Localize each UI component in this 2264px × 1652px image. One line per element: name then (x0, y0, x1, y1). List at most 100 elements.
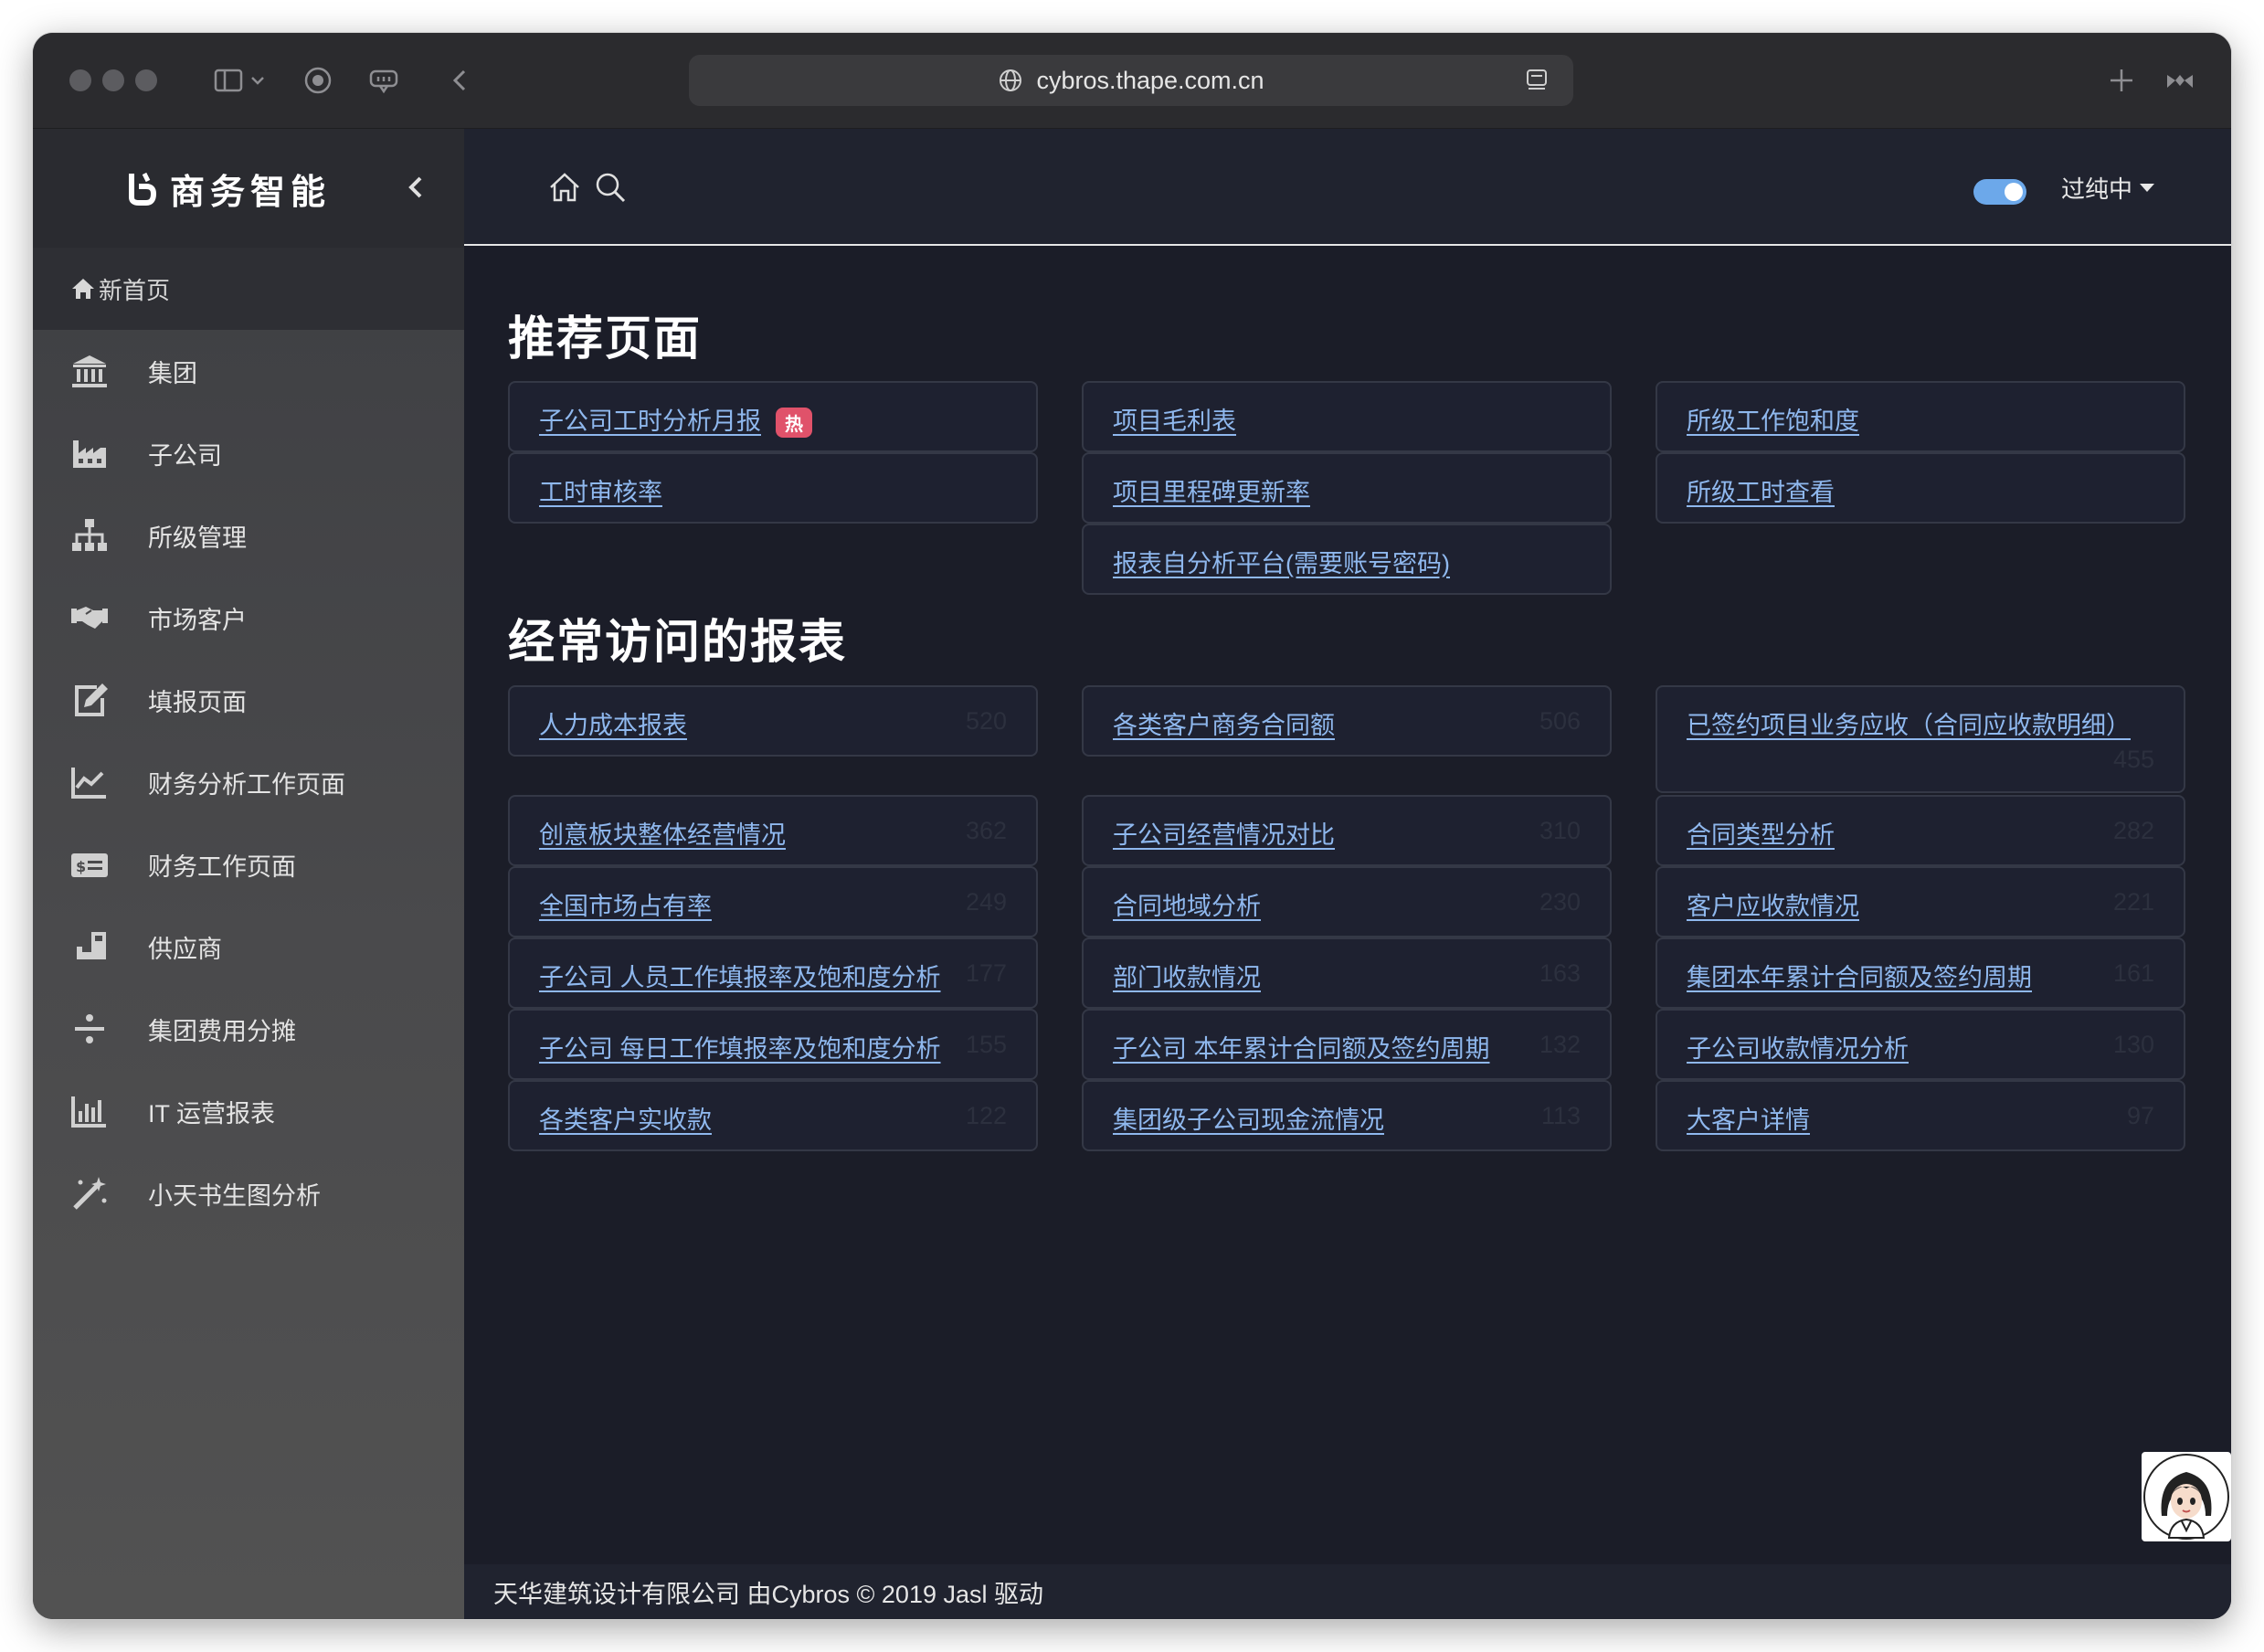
report-link[interactable]: 子公司 每日工作填报率及饱和度分析 (539, 1029, 941, 1064)
visit-count: 163 (1539, 959, 1581, 987)
visit-count: 520 (965, 707, 1007, 735)
sidebar-item-market[interactable]: 市场客户 (33, 577, 464, 659)
sidebar-home-link[interactable]: 新首页 (33, 248, 464, 330)
supplier-icon (68, 925, 111, 969)
report-link[interactable]: 各类客户实收款 (539, 1100, 712, 1136)
sidebar-item-group[interactable]: 集团 (33, 330, 464, 412)
sidebar-item-image-analysis[interactable]: 小天书生图分析 (33, 1152, 464, 1234)
sidebar-item-supplier[interactable]: 供应商 (33, 905, 464, 988)
report-link[interactable]: 报表自分析平台(需要账号密码) (1113, 544, 1450, 579)
chat-icon[interactable] (365, 62, 402, 99)
search-icon[interactable] (592, 169, 629, 206)
tab-overview-icon[interactable] (2162, 62, 2198, 99)
sidebar-item-subsidiary[interactable]: 子公司 (33, 412, 464, 494)
report-link[interactable]: 所级工作饱和度 (1687, 401, 1859, 437)
report-link[interactable]: 子公司收款情况分析 (1687, 1029, 1909, 1064)
sidebar-item-expense-allocation[interactable]: 集团费用分摊 (33, 988, 464, 1070)
divide-icon (68, 1007, 111, 1051)
frequent-card: 合同地域分析 230 (1082, 866, 1612, 937)
frequent-card: 各类客户商务合同额 506 (1082, 685, 1612, 757)
frequent-card: 子公司 本年累计合同额及签约周期 132 (1082, 1009, 1612, 1080)
visit-count: 455 (2112, 746, 2154, 773)
sidebar-item-label: 供应商 (148, 935, 222, 963)
report-link[interactable]: 创意板块整体经营情况 (539, 815, 786, 851)
sidebar-item-label: 子公司 (148, 441, 222, 470)
minimize-window-button[interactable] (102, 69, 124, 91)
report-link[interactable]: 全国市场占有率 (539, 886, 712, 922)
report-link[interactable]: 客户应收款情况 (1687, 886, 1859, 922)
sidebar-item-label: 集团 (148, 359, 197, 387)
line-chart-icon (68, 760, 111, 804)
caret-down-icon (2140, 183, 2155, 192)
visit-count: 122 (965, 1102, 1007, 1129)
footer: 天华建筑设计有限公司 由Cybros © 2019 Jasl 驱动 (464, 1564, 2231, 1619)
report-link[interactable]: 子公司 人员工作填报率及饱和度分析 (539, 958, 941, 993)
sidebar-item-fill-report[interactable]: 填报页面 (33, 659, 464, 741)
target-icon[interactable] (300, 62, 336, 99)
report-link[interactable]: 项目毛利表 (1113, 401, 1236, 437)
recommended-card: 项目毛利表 (1082, 381, 1612, 452)
close-window-button[interactable] (69, 69, 91, 91)
home-icon[interactable] (546, 169, 583, 206)
main-content: 过纯中 推荐页面 子公司工时分析月报热 工时审核率 项目毛利表 项目里程碑更新率… (464, 129, 2231, 1619)
report-link[interactable]: 项目里程碑更新率 (1113, 472, 1310, 508)
recommended-card: 所级工作饱和度 (1656, 381, 2185, 452)
frequent-card: 集团本年累计合同额及签约周期 161 (1656, 937, 2185, 1009)
chevron-down-icon[interactable] (247, 62, 269, 99)
theme-toggle[interactable] (1973, 179, 2026, 205)
report-link[interactable]: 工时审核率 (539, 472, 662, 508)
visit-count: 362 (965, 817, 1007, 844)
report-link[interactable]: 所级工时查看 (1687, 472, 1835, 508)
report-link[interactable]: 集团本年累计合同额及签约周期 (1687, 958, 2032, 993)
sidebar-item-finance-analysis[interactable]: 财务分析工作页面 (33, 741, 464, 823)
report-link[interactable]: 集团级子公司现金流情况 (1113, 1100, 1384, 1136)
visit-count: 113 (1540, 1102, 1581, 1129)
svg-text:$: $ (76, 858, 86, 875)
zoom-window-button[interactable] (135, 69, 157, 91)
visit-count: 310 (1539, 817, 1581, 844)
report-link[interactable]: 各类客户商务合同额 (1113, 705, 1335, 741)
edit-icon (68, 678, 111, 722)
report-link[interactable]: 已签约项目业务应收（合同应收款明细） (1687, 705, 2131, 741)
reader-icon[interactable] (1524, 68, 1550, 93)
frequent-card: 创意板块整体经营情况 362 (508, 795, 1038, 866)
address-bar[interactable]: cybros.thape.com.cn (689, 55, 1573, 106)
frequent-card: 合同类型分析 282 (1656, 795, 2185, 866)
frequent-card: 子公司收款情况分析 130 (1656, 1009, 2185, 1080)
frequent-title: 经常访问的报表 (508, 616, 848, 668)
frequent-card: 子公司 人员工作填报率及饱和度分析 177 (508, 937, 1038, 1009)
sidebar-item-finance-work[interactable]: $ 财务工作页面 (33, 823, 464, 905)
bar-chart-icon (68, 1089, 111, 1133)
report-link[interactable]: 合同地域分析 (1113, 886, 1261, 922)
sidebar-item-label: 集团费用分摊 (148, 1017, 296, 1045)
report-link[interactable]: 子公司工时分析月报热 (539, 401, 812, 439)
recommended-card: 项目里程碑更新率 (1082, 452, 1612, 524)
recommended-card: 所级工时查看 (1656, 452, 2185, 524)
footer-text: 天华建筑设计有限公司 由Cybros © 2019 Jasl 驱动 (493, 1580, 1044, 1608)
report-link[interactable]: 大客户详情 (1687, 1100, 1810, 1136)
visit-count: 161 (2112, 959, 2154, 987)
report-link[interactable]: 子公司 本年累计合同额及签约周期 (1113, 1029, 1490, 1064)
sidebar-item-it-ops[interactable]: IT 运营报表 (33, 1070, 464, 1152)
sidebar-item-department[interactable]: 所级管理 (33, 494, 464, 577)
sidebar-toggle-icon[interactable] (210, 62, 247, 99)
frequent-card: 大客户详情 97 (1656, 1080, 2185, 1151)
back-icon[interactable] (442, 62, 479, 99)
frequent-card: 全国市场占有率 249 (508, 866, 1038, 937)
user-menu[interactable]: 过纯中 (2061, 169, 2155, 206)
sidebar-item-label: 财务分析工作页面 (148, 770, 345, 799)
new-tab-icon[interactable] (2103, 62, 2140, 99)
avatar-girl-icon (2143, 1454, 2229, 1540)
report-link[interactable]: 子公司经营情况对比 (1113, 815, 1335, 851)
visit-count: 230 (1539, 888, 1581, 916)
sidebar: 商务智能 新首页 集团 子公司 所级管理 市场客户 填报页面 财务分析工作页面 … (33, 129, 464, 1619)
frequent-card: 集团级子公司现金流情况 113 (1082, 1080, 1612, 1151)
report-link[interactable]: 合同类型分析 (1687, 815, 1835, 851)
collapse-sidebar-icon[interactable] (402, 171, 429, 204)
report-link[interactable]: 人力成本报表 (539, 705, 687, 741)
frequent-card: 已签约项目业务应收（合同应收款明细） 455 (1656, 685, 2185, 793)
assistant-avatar[interactable] (2142, 1452, 2231, 1541)
brand[interactable]: 商务智能 (126, 165, 331, 212)
report-link[interactable]: 部门收款情况 (1113, 958, 1261, 993)
frequent-card: 人力成本报表 520 (508, 685, 1038, 757)
